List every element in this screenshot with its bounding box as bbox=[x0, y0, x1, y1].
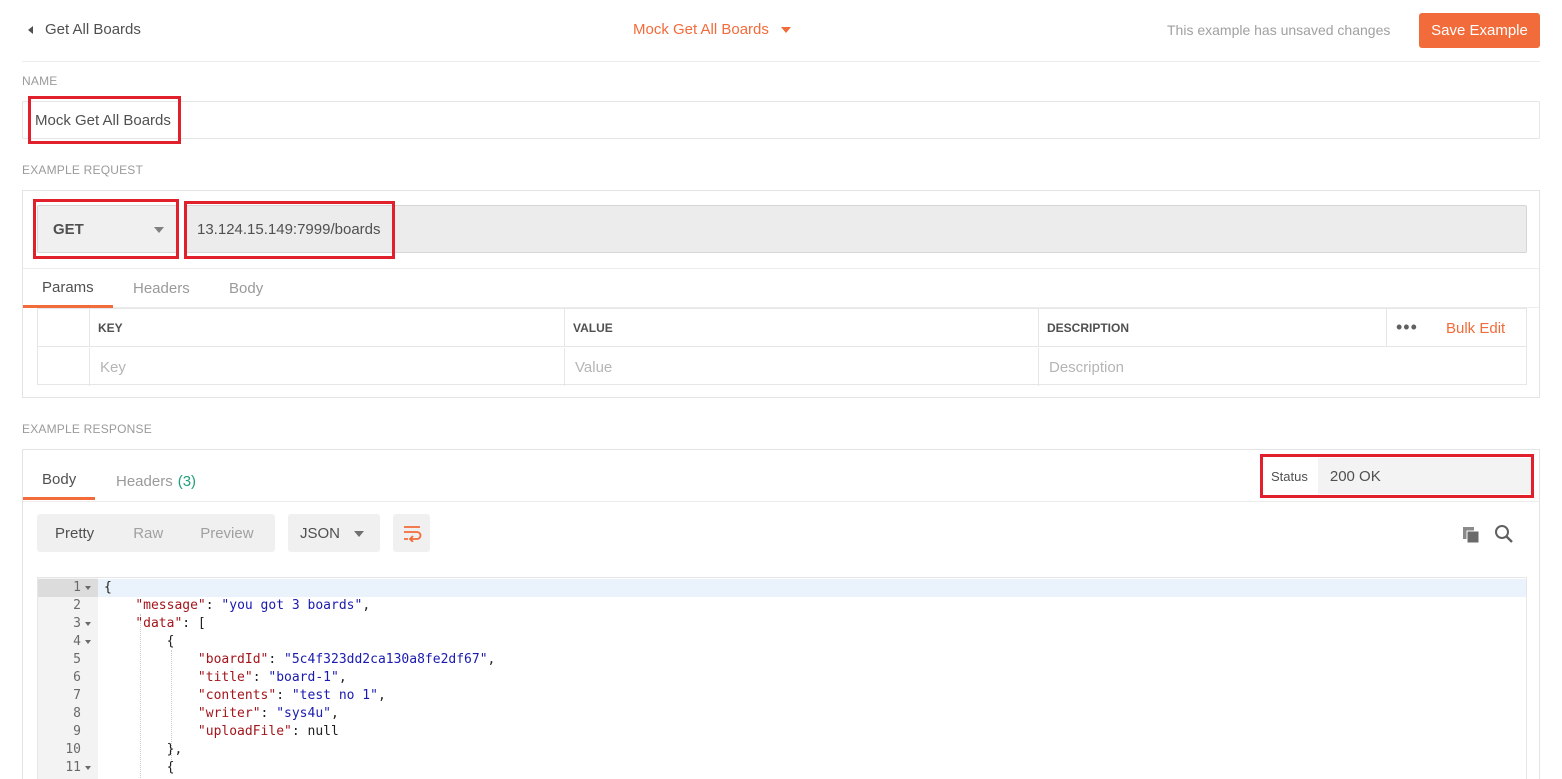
save-example-button[interactable]: Save Example bbox=[1419, 13, 1540, 48]
params-check-cell[interactable] bbox=[38, 348, 90, 386]
line-number: 7 bbox=[73, 688, 81, 703]
more-options-icon[interactable]: ••• bbox=[1396, 317, 1418, 338]
json-key: "boardId" bbox=[197, 652, 269, 667]
param-key-input[interactable]: Key bbox=[89, 348, 564, 386]
method-select[interactable]: GET bbox=[37, 205, 177, 253]
headers-count-badge: (3) bbox=[177, 472, 197, 490]
params-description-header: DESCRIPTION bbox=[1038, 309, 1386, 346]
params-check-header bbox=[38, 309, 90, 346]
line-number: 6 bbox=[73, 670, 81, 685]
line-number: 10 bbox=[65, 742, 81, 757]
format-toggle-group: Pretty Raw Preview bbox=[37, 514, 275, 552]
response-body-editor[interactable]: 1 { 2 "message": "you got 3 boards", 3 "… bbox=[37, 577, 1527, 779]
unsaved-changes-text: This example has unsaved changes bbox=[1167, 22, 1391, 38]
search-icon[interactable] bbox=[1494, 524, 1514, 547]
tab-headers[interactable]: Headers bbox=[133, 269, 190, 308]
example-title: Mock Get All Boards bbox=[633, 21, 769, 38]
method-dropdown-icon bbox=[154, 227, 164, 233]
example-response-label: EXAMPLE RESPONSE bbox=[22, 422, 152, 436]
json-key: "message" bbox=[135, 598, 206, 613]
status-field[interactable]: Status 200 OK bbox=[1260, 454, 1534, 498]
fold-arrow-icon[interactable] bbox=[85, 766, 91, 770]
params-value-header: VALUE bbox=[564, 309, 1038, 346]
code-line: 10 }, bbox=[38, 741, 1526, 759]
line-number: 8 bbox=[73, 706, 81, 721]
code-line: 5 "boardId": "5c4f323dd2ca130a8fe2df67", bbox=[38, 651, 1526, 669]
example-request-panel: GET 13.124.15.149:7999/boards Params Hea… bbox=[22, 190, 1540, 398]
language-dropdown-icon bbox=[354, 531, 364, 537]
params-header-row: KEY VALUE DESCRIPTION ••• Bulk Edit bbox=[38, 309, 1526, 347]
bulk-edit-link[interactable]: Bulk Edit bbox=[1446, 320, 1505, 337]
json-string: "sys4u" bbox=[276, 706, 331, 721]
code-line: 9 "uploadFile": null bbox=[38, 723, 1526, 741]
format-raw[interactable]: Raw bbox=[94, 525, 163, 542]
fold-arrow-icon[interactable] bbox=[85, 622, 91, 626]
json-key: "title" bbox=[197, 670, 253, 685]
example-title-dropdown[interactable]: Mock Get All Boards bbox=[633, 21, 791, 38]
request-tabs: Params Headers Body bbox=[23, 268, 1539, 308]
json-key: "uploadFile" bbox=[197, 724, 292, 739]
code-line: 7 "contents": "test no 1", bbox=[38, 687, 1526, 705]
code-line: 8 "writer": "sys4u", bbox=[38, 705, 1526, 723]
json-string: "you got 3 boards" bbox=[221, 598, 363, 613]
code-line: 1 { bbox=[38, 579, 1526, 597]
params-empty-row: Key Value Description bbox=[38, 348, 1526, 386]
fold-arrow-icon[interactable] bbox=[85, 586, 91, 590]
line-number: 2 bbox=[73, 598, 81, 613]
language-value: JSON bbox=[300, 524, 341, 542]
format-pretty[interactable]: Pretty bbox=[37, 525, 94, 542]
name-label: NAME bbox=[22, 74, 58, 88]
json-string: "test no 1" bbox=[291, 688, 378, 703]
status-label: Status bbox=[1271, 468, 1308, 484]
json-key: "data" bbox=[135, 616, 183, 631]
wrap-lines-icon bbox=[403, 526, 421, 542]
params-key-header: KEY bbox=[89, 309, 564, 346]
tab-response-headers[interactable]: Headers (3) bbox=[116, 462, 196, 500]
code-line: 6 "title": "board-1", bbox=[38, 669, 1526, 687]
back-label: Get All Boards bbox=[45, 21, 141, 38]
code-line: 3 "data": [ bbox=[38, 615, 1526, 633]
headers-tab-label: Headers bbox=[116, 472, 173, 490]
fold-arrow-icon[interactable] bbox=[85, 640, 91, 644]
tab-body[interactable]: Body bbox=[229, 269, 263, 308]
code-line: 2 "message": "you got 3 boards", bbox=[38, 597, 1526, 615]
tab-params[interactable]: Params bbox=[23, 269, 113, 308]
code-line: 4 { bbox=[38, 633, 1526, 651]
copy-icon[interactable] bbox=[1461, 525, 1481, 548]
example-name-input[interactable] bbox=[22, 101, 1540, 139]
param-description-input[interactable]: Description bbox=[1038, 348, 1526, 386]
example-request-label: EXAMPLE REQUEST bbox=[22, 163, 144, 177]
language-select[interactable]: JSON bbox=[288, 514, 380, 552]
caret-down-icon bbox=[780, 26, 791, 33]
method-value: GET bbox=[53, 220, 84, 238]
json-null: null bbox=[307, 724, 339, 739]
tab-response-body[interactable]: Body bbox=[23, 462, 96, 500]
back-link[interactable]: Get All Boards bbox=[28, 21, 141, 38]
response-tabs: Body Headers (3) Status 200 OK bbox=[23, 450, 1539, 502]
example-response-panel: Body Headers (3) Status 200 OK Pretty Ra… bbox=[22, 449, 1540, 779]
code-line: 11 { bbox=[38, 759, 1526, 777]
params-table: KEY VALUE DESCRIPTION ••• Bulk Edit Key … bbox=[37, 308, 1527, 386]
param-value-input[interactable]: Value bbox=[564, 348, 1038, 386]
caret-left-icon bbox=[28, 25, 33, 34]
status-value[interactable]: 200 OK bbox=[1317, 458, 1531, 494]
wrap-lines-button[interactable] bbox=[393, 514, 430, 552]
url-value: 13.124.15.149:7999/boards bbox=[197, 220, 381, 238]
url-field[interactable]: 13.124.15.149:7999/boards bbox=[186, 205, 1527, 253]
json-key: "writer" bbox=[197, 706, 261, 721]
format-preview[interactable]: Preview bbox=[163, 525, 253, 542]
json-string: "board-1" bbox=[268, 670, 339, 685]
json-string: "5c4f323dd2ca130a8fe2df67" bbox=[284, 652, 488, 667]
line-number: 5 bbox=[73, 652, 81, 667]
top-bar: Get All Boards Mock Get All Boards This … bbox=[22, 0, 1540, 62]
line-number: 9 bbox=[73, 724, 81, 739]
json-key: "contents" bbox=[197, 688, 277, 703]
